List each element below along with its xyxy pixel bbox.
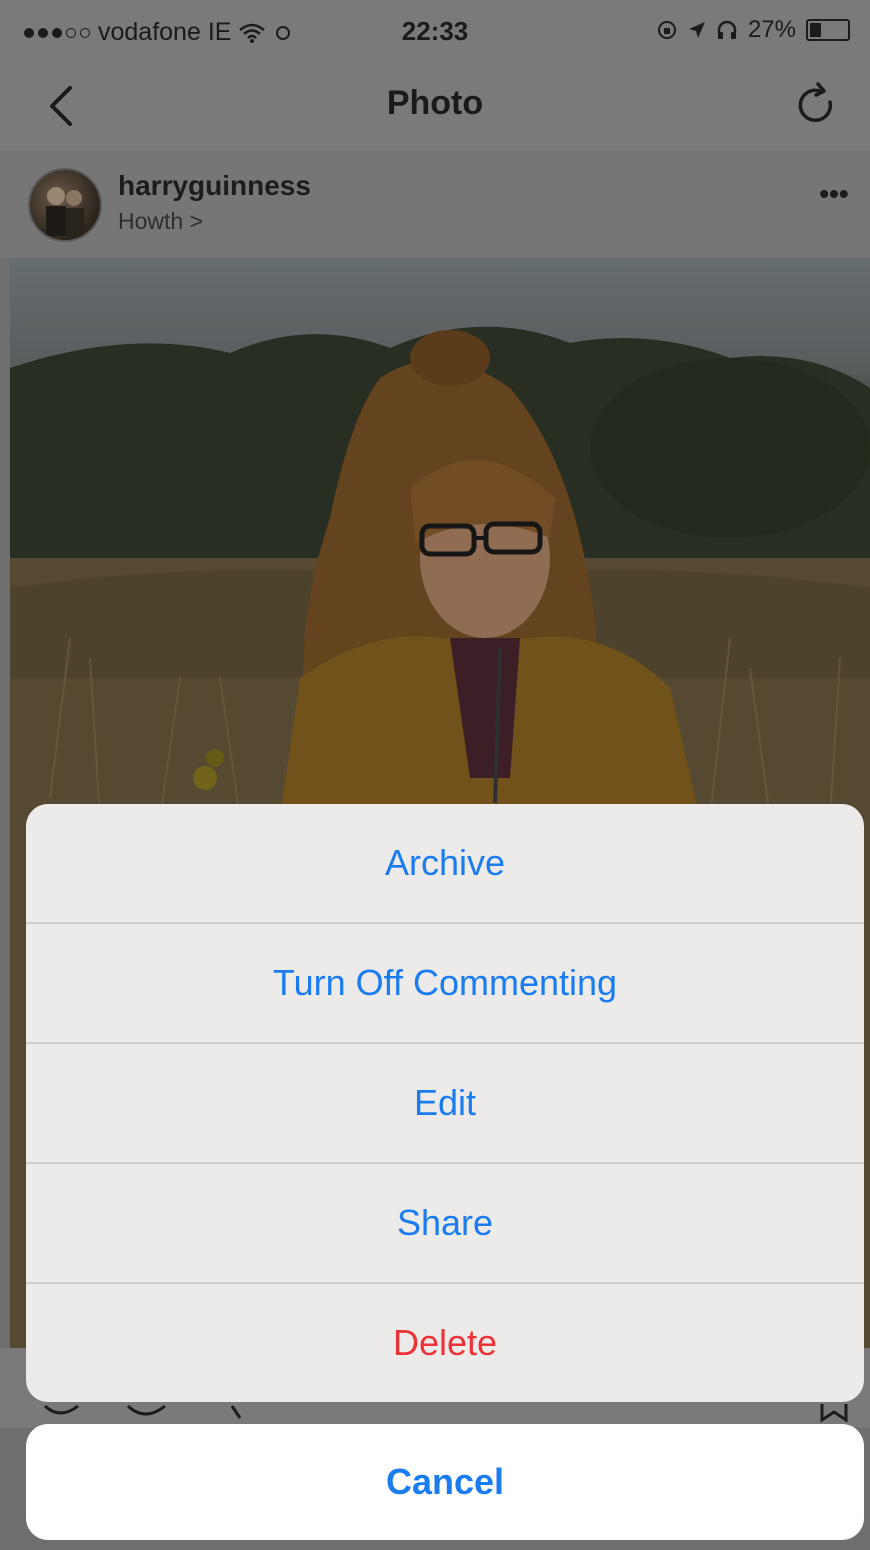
location-arrow-icon: [688, 22, 705, 38]
delete-button[interactable]: Delete: [26, 1284, 864, 1402]
lock-rotation-icon: [657, 21, 676, 39]
headphones-icon: [717, 20, 737, 39]
turn-off-commenting-button[interactable]: Turn Off Commenting: [26, 924, 864, 1044]
battery-icon: [806, 19, 850, 41]
avatar[interactable]: [28, 168, 102, 242]
battery-percent: 27%: [747, 16, 796, 43]
status-bar: vodafone IE 22:33 27%: [0, 0, 870, 62]
action-sheet: Archive Turn Off Commenting Edit Share D…: [26, 804, 864, 1402]
navigation-bar: Photo: [0, 62, 870, 151]
cancel-button[interactable]: Cancel: [26, 1424, 864, 1540]
ellipsis-icon[interactable]: •••: [816, 180, 852, 214]
page-title: Photo: [386, 84, 484, 122]
share-button[interactable]: Share: [26, 1164, 864, 1284]
status-right: 27%: [656, 16, 850, 44]
screen: vodafone IE 22:33 27% Photo harryguinnes…: [0, 0, 870, 1550]
archive-button[interactable]: Archive: [26, 804, 864, 924]
edit-button[interactable]: Edit: [26, 1044, 864, 1164]
post-header: harryguinness Howth > •••: [0, 150, 870, 258]
location-link[interactable]: Howth >: [118, 208, 203, 235]
username[interactable]: harryguinness: [118, 170, 311, 202]
refresh-icon[interactable]: [790, 80, 842, 132]
